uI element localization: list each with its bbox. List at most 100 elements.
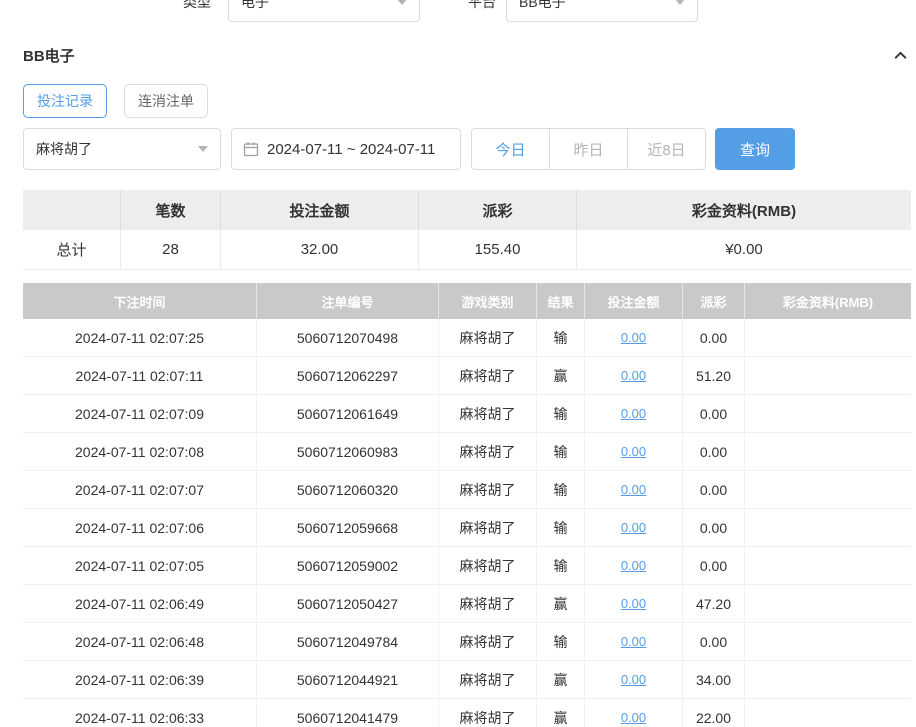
bet-amount-link[interactable]: 0.00 (621, 482, 646, 497)
cell-jackpot (745, 585, 911, 622)
cell-result: 赢 (537, 699, 585, 727)
table-row: 2024-07-11 02:07:255060712070498麻将胡了输0.0… (23, 319, 911, 357)
summary-table: 笔数 投注金额 派彩 彩金资料(RMB) 总计 28 32.00 155.40 … (23, 190, 911, 270)
summary-count-value: 28 (121, 230, 221, 270)
chevron-up-icon[interactable] (892, 47, 911, 64)
type-label: 类型 (183, 0, 211, 12)
cell-bet-time: 2024-07-11 02:06:33 (23, 699, 257, 727)
cell-order-number: 5060712070498 (257, 319, 439, 356)
cell-result: 赢 (537, 661, 585, 698)
cell-bet-amount: 0.00 (585, 699, 683, 727)
summary-header-empty (23, 190, 121, 230)
cell-jackpot (745, 433, 911, 470)
bet-amount-link[interactable]: 0.00 (621, 634, 646, 649)
cell-payout: 0.00 (683, 623, 745, 660)
table-row: 2024-07-11 02:07:085060712060983麻将胡了输0.0… (23, 433, 911, 471)
cell-order-number: 5060712062297 (257, 357, 439, 394)
cell-bet-time: 2024-07-11 02:07:06 (23, 509, 257, 546)
cell-result: 赢 (537, 357, 585, 394)
date-range-input[interactable]: 2024-07-11 ~ 2024-07-11 (231, 128, 461, 170)
tabs: 投注记录 连消注单 (23, 84, 911, 118)
cell-jackpot (745, 661, 911, 698)
cell-order-number: 5060712041479 (257, 699, 439, 727)
cell-bet-amount: 0.00 (585, 585, 683, 622)
cell-game-type: 麻将胡了 (439, 395, 537, 432)
bet-amount-link[interactable]: 0.00 (621, 368, 646, 383)
cell-order-number: 5060712061649 (257, 395, 439, 432)
cell-bet-amount: 0.00 (585, 433, 683, 470)
cell-result: 输 (537, 471, 585, 508)
cell-result: 输 (537, 433, 585, 470)
summary-header-bet-amount: 投注金额 (221, 190, 419, 230)
cell-jackpot (745, 395, 911, 432)
bet-amount-link[interactable]: 0.00 (621, 406, 646, 421)
cell-order-number: 5060712060983 (257, 433, 439, 470)
header-payout: 派彩 (683, 283, 745, 319)
search-button[interactable]: 查询 (715, 128, 795, 170)
cell-jackpot (745, 623, 911, 660)
page: 类型 电子 平台 BB电子 BB电子 投注记录 连消注单 麻将胡了 (0, 0, 916, 727)
header-result: 结果 (537, 283, 585, 319)
table-row: 2024-07-11 02:07:095060712061649麻将胡了输0.0… (23, 395, 911, 433)
header-jackpot: 彩金资料(RMB) (745, 283, 911, 319)
summary-bet-amount-value: 32.00 (221, 230, 419, 270)
tab-bet-records[interactable]: 投注记录 (23, 84, 107, 118)
cell-bet-amount: 0.00 (585, 471, 683, 508)
cell-order-number: 5060712060320 (257, 471, 439, 508)
cell-result: 输 (537, 623, 585, 660)
cell-order-number: 5060712059668 (257, 509, 439, 546)
cell-game-type: 麻将胡了 (439, 357, 537, 394)
yesterday-button[interactable]: 昨日 (549, 128, 628, 170)
cell-payout: 47.20 (683, 585, 745, 622)
summary-header-row: 笔数 投注金额 派彩 彩金资料(RMB) (23, 190, 911, 230)
summary-payout-value: 155.40 (419, 230, 577, 270)
cell-payout: 0.00 (683, 319, 745, 356)
section-title: BB电子 (23, 45, 75, 66)
records-table: 下注时间 注单编号 游戏类别 结果 投注金额 派彩 彩金资料(RMB) 2024… (23, 283, 911, 727)
cell-bet-time: 2024-07-11 02:06:39 (23, 661, 257, 698)
bet-amount-link[interactable]: 0.00 (621, 444, 646, 459)
last-8-days-button[interactable]: 近8日 (627, 128, 706, 170)
cell-payout: 0.00 (683, 433, 745, 470)
game-select[interactable]: 麻将胡了 (23, 128, 221, 170)
quick-date-button-group: 今日 昨日 近8日 (471, 128, 706, 170)
today-button[interactable]: 今日 (471, 128, 550, 170)
cell-payout: 0.00 (683, 471, 745, 508)
cell-payout: 34.00 (683, 661, 745, 698)
bet-amount-link[interactable]: 0.00 (621, 558, 646, 573)
cell-bet-amount: 0.00 (585, 661, 683, 698)
top-filter-bar: 类型 电子 平台 BB电子 (23, 0, 911, 22)
cell-bet-amount: 0.00 (585, 509, 683, 546)
table-row: 2024-07-11 02:06:495060712050427麻将胡了赢0.0… (23, 585, 911, 623)
cell-payout: 0.00 (683, 509, 745, 546)
bet-amount-link[interactable]: 0.00 (621, 710, 646, 725)
tab-cancelled-orders[interactable]: 连消注单 (124, 84, 208, 118)
records-header-row: 下注时间 注单编号 游戏类别 结果 投注金额 派彩 彩金资料(RMB) (23, 283, 911, 319)
bet-amount-link[interactable]: 0.00 (621, 330, 646, 345)
cell-order-number: 5060712044921 (257, 661, 439, 698)
bet-amount-link[interactable]: 0.00 (621, 596, 646, 611)
cell-order-number: 5060712059002 (257, 547, 439, 584)
cell-result: 输 (537, 509, 585, 546)
summary-total-label: 总计 (23, 230, 121, 270)
table-row: 2024-07-11 02:06:395060712044921麻将胡了赢0.0… (23, 661, 911, 699)
cell-bet-time: 2024-07-11 02:07:05 (23, 547, 257, 584)
cell-order-number: 5060712049784 (257, 623, 439, 660)
cell-game-type: 麻将胡了 (439, 547, 537, 584)
cell-game-type: 麻将胡了 (439, 585, 537, 622)
platform-select-value: BB电子 (519, 0, 566, 12)
table-row: 2024-07-11 02:06:335060712041479麻将胡了赢0.0… (23, 699, 911, 727)
cell-jackpot (745, 547, 911, 584)
cell-game-type: 麻将胡了 (439, 471, 537, 508)
bet-amount-link[interactable]: 0.00 (621, 520, 646, 535)
platform-select[interactable]: BB电子 (506, 0, 698, 22)
section-header: BB电子 (23, 42, 911, 68)
chevron-down-icon (198, 146, 208, 152)
bet-amount-link[interactable]: 0.00 (621, 672, 646, 687)
cell-payout: 0.00 (683, 395, 745, 432)
table-row: 2024-07-11 02:07:065060712059668麻将胡了输0.0… (23, 509, 911, 547)
date-range-value: 2024-07-11 ~ 2024-07-11 (267, 141, 435, 158)
type-select[interactable]: 电子 (228, 0, 420, 22)
summary-header-jackpot: 彩金资料(RMB) (577, 190, 911, 230)
cell-result: 输 (537, 319, 585, 356)
